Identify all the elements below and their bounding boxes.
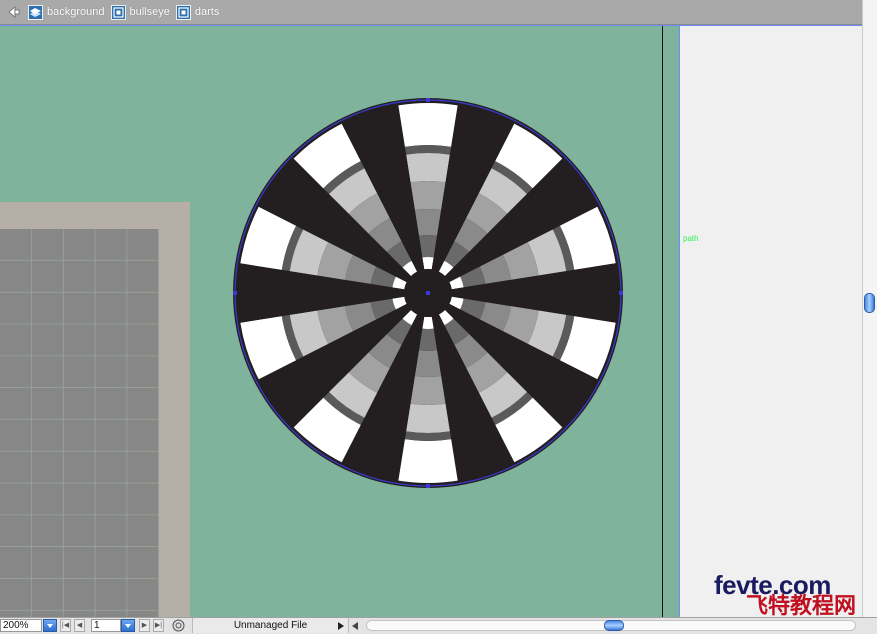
zoom-dropdown-button[interactable] — [43, 619, 57, 632]
guide-line-vertical — [679, 25, 680, 617]
layer-icon — [28, 4, 43, 20]
status-menu-arrow-icon[interactable] — [338, 622, 344, 630]
file-status[interactable]: Unmanaged File — [192, 618, 349, 633]
zoom-field[interactable]: 200% — [0, 619, 42, 632]
watermark-logo-cn: 飞特教程网 — [746, 593, 857, 618]
first-page-icon[interactable]: |◀ — [60, 619, 71, 632]
page-field[interactable]: 1 — [91, 619, 121, 632]
status-bar: 200% |◀ ◀ 1 ▶ ▶| Unmanaged File — [0, 617, 877, 634]
page-dropdown-button[interactable] — [121, 619, 135, 632]
breadcrumb-item-background[interactable]: background — [28, 4, 105, 20]
breadcrumb-bar: background bullseye darts — [0, 0, 877, 25]
pasteboard — [680, 26, 862, 617]
symbol-icon — [110, 4, 126, 20]
breadcrumb-label: background — [47, 6, 105, 18]
stage-edge-line — [662, 25, 663, 617]
scroll-left-arrow-icon[interactable] — [352, 622, 358, 630]
path-label: path — [683, 234, 699, 243]
vertical-scroll-thumb[interactable] — [864, 293, 875, 313]
symbol-icon — [175, 4, 191, 20]
last-page-icon[interactable]: ▶| — [153, 619, 164, 632]
back-arrow-icon[interactable] — [4, 3, 22, 21]
breadcrumb-item-darts[interactable]: darts — [175, 4, 220, 20]
version-cue-icon[interactable] — [172, 619, 185, 632]
breadcrumb-label: bullseye — [129, 6, 170, 18]
previous-page-icon[interactable]: ◀ — [74, 619, 85, 632]
next-page-icon[interactable]: ▶ — [139, 619, 150, 632]
grid-panel — [0, 229, 159, 617]
guide-line-horizontal — [0, 25, 862, 26]
breadcrumb-item-bullseye[interactable]: bullseye — [110, 4, 170, 20]
breadcrumb-label: darts — [194, 6, 220, 18]
horizontal-scroll-thumb[interactable] — [604, 620, 624, 631]
